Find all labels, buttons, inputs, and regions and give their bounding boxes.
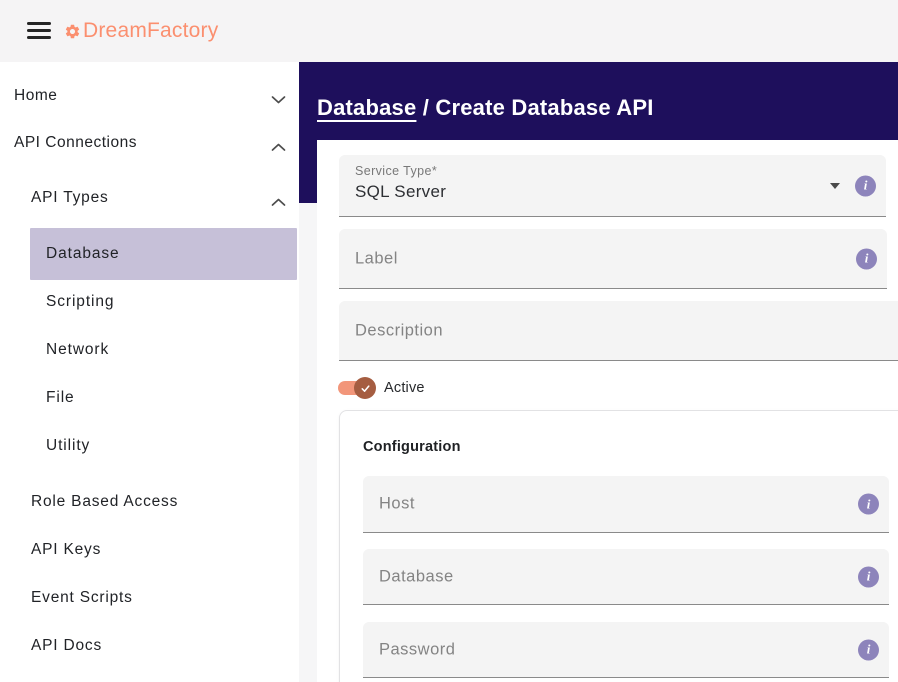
- sidebar-item-label: API Types: [31, 189, 109, 207]
- label-input[interactable]: Label i: [339, 229, 887, 289]
- password-input[interactable]: Password i: [363, 622, 889, 678]
- configuration-title: Configuration: [363, 439, 461, 455]
- toggle-switch[interactable]: [338, 377, 377, 399]
- hamburger-icon: [27, 29, 51, 32]
- service-type-value: SQL Server: [355, 182, 446, 202]
- sidebar-item-scripting[interactable]: Scripting: [0, 278, 299, 326]
- password-info-icon[interactable]: i: [858, 639, 879, 660]
- topbar: DreamFactory: [0, 0, 898, 62]
- active-toggle-label: Active: [384, 380, 425, 396]
- sidebar-item-label: Role Based Access: [31, 493, 178, 511]
- breadcrumb: Database / Create Database API: [317, 95, 654, 121]
- sidebar-item-api-docs[interactable]: API Docs: [0, 622, 299, 670]
- label-info-icon[interactable]: i: [856, 248, 877, 269]
- page-header: Database / Create Database API: [299, 62, 898, 140]
- sidebar-item-database[interactable]: Database: [30, 228, 297, 280]
- chevron-down-icon: [271, 92, 286, 101]
- sidebar-item-api-connections[interactable]: API Connections: [0, 119, 299, 167]
- sidebar-item-label: API Docs: [31, 637, 102, 655]
- database-info-icon[interactable]: i: [858, 566, 879, 587]
- sidebar-item-api-types[interactable]: API Types: [0, 174, 299, 222]
- menu-button[interactable]: [27, 20, 51, 41]
- create-api-form: Service Type* SQL Server i Label i Descr…: [317, 140, 898, 682]
- gear-icon: [64, 23, 81, 40]
- check-icon: [359, 382, 372, 395]
- chevron-up-icon: [271, 194, 286, 203]
- sidebar-item-utility[interactable]: Utility: [0, 422, 299, 470]
- service-type-info-icon[interactable]: i: [855, 175, 876, 196]
- sidebar-item-label: Scripting: [46, 293, 114, 311]
- dreamfactory-logo[interactable]: DreamFactory: [64, 0, 218, 62]
- hamburger-icon: [27, 36, 51, 39]
- chevron-up-icon: [271, 139, 286, 148]
- sidebar-item-label: API Connections: [14, 134, 137, 152]
- logo-text: DreamFactory: [83, 19, 218, 43]
- sidebar: Home API Connections API Types Database …: [0, 62, 299, 682]
- host-placeholder: Host: [379, 495, 415, 514]
- main-pane: Database / Create Database API Service T…: [299, 62, 898, 682]
- page-title: Create Database API: [435, 95, 653, 120]
- breadcrumb-separator: /: [416, 95, 435, 120]
- sidebar-item-event-scripts[interactable]: Event Scripts: [0, 574, 299, 622]
- hamburger-icon: [27, 22, 51, 25]
- sidebar-item-label: Event Scripts: [31, 589, 133, 607]
- sidebar-item-label: File: [46, 389, 75, 407]
- header-gutter: [299, 140, 317, 203]
- toggle-thumb: [354, 377, 376, 399]
- sidebar-item-label: Database: [46, 245, 120, 263]
- active-toggle[interactable]: Active: [338, 377, 425, 399]
- sidebar-item-role-based-access[interactable]: Role Based Access: [0, 478, 299, 526]
- sidebar-item-home[interactable]: Home: [0, 72, 299, 120]
- sidebar-item-network[interactable]: Network: [0, 326, 299, 374]
- database-placeholder: Database: [379, 567, 454, 586]
- sidebar-item-api-keys[interactable]: API Keys: [0, 526, 299, 574]
- description-placeholder: Description: [355, 321, 443, 340]
- content-gutter: [299, 203, 317, 682]
- service-type-select[interactable]: Service Type* SQL Server i: [339, 155, 886, 217]
- sidebar-item-label: Utility: [46, 437, 90, 455]
- sidebar-item-label: Home: [14, 87, 57, 105]
- service-type-label: Service Type*: [355, 164, 437, 178]
- description-input[interactable]: Description: [339, 301, 898, 361]
- database-input[interactable]: Database i: [363, 549, 889, 605]
- app-window: DreamFactory Home API Connections API Ty…: [0, 0, 898, 682]
- configuration-card: Configuration Host i Database i Password…: [339, 410, 898, 682]
- label-placeholder: Label: [355, 249, 398, 268]
- host-input[interactable]: Host i: [363, 476, 889, 533]
- breadcrumb-link-database[interactable]: Database: [317, 95, 416, 120]
- sidebar-item-label: API Keys: [31, 541, 101, 559]
- sidebar-item-file[interactable]: File: [0, 374, 299, 422]
- host-info-icon[interactable]: i: [858, 494, 879, 515]
- dropdown-caret-icon: [830, 183, 840, 189]
- sidebar-item-label: Network: [46, 341, 109, 359]
- password-placeholder: Password: [379, 640, 455, 659]
